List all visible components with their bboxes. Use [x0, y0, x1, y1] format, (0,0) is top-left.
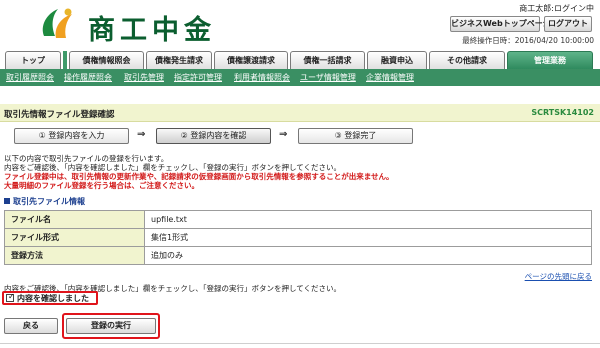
subnav-partner-management[interactable]: 取引先管理: [124, 69, 164, 86]
table-value: 追加のみ: [144, 246, 592, 265]
tab-top[interactable]: トップ: [5, 51, 61, 69]
subnav-transaction-history[interactable]: 取引履歴照会: [6, 69, 54, 86]
subnav-operation-history[interactable]: 操作履歴照会: [64, 69, 112, 86]
step-arrow-icon: ⇒: [137, 129, 146, 140]
logout-button[interactable]: ログアウト: [544, 16, 592, 32]
instruction-text: 以下の内容で取引先ファイルの登録を行います。: [4, 154, 169, 163]
subnav: 取引履歴照会 操作履歴照会 取引先管理 指定許可管理 利用者情報照会 ユーザ情報…: [0, 69, 600, 86]
main-tabs: トップ 債権情報照会 債権発生請求 債権譲渡請求 債権一括請求 融資申込 その他…: [5, 51, 595, 69]
table-row: ファイル形式 集信1形式: [4, 228, 592, 247]
back-button[interactable]: 戻る: [4, 318, 58, 334]
step-confirm: ② 登録内容を確認: [156, 128, 271, 144]
footer-divider: [0, 343, 600, 344]
subnav-user-info-inquiry[interactable]: 利用者情報照会: [234, 69, 290, 86]
warning-text: 大量明細のファイル登録を行う場合は、ご注意ください。: [4, 181, 199, 190]
execute-registration-button[interactable]: 登録の実行: [66, 318, 156, 334]
page-title: 取引先情報ファイル登録確認: [4, 110, 115, 120]
table-value: 集信1形式: [144, 228, 592, 247]
table-row: ファイル名 upfile.txt: [4, 210, 592, 229]
subnav-company-info-management[interactable]: 企業情報管理: [366, 69, 414, 86]
user-name: 商工太郎:ログイン中: [519, 4, 594, 13]
checkmark-icon: ✓: [8, 292, 15, 301]
tab-management[interactable]: 管理業務: [507, 51, 593, 69]
subnav-permission-management[interactable]: 指定許可管理: [174, 69, 222, 86]
logo-text: 商工中金: [88, 15, 216, 46]
tab-loan-application[interactable]: 融資申込: [367, 51, 427, 69]
tab-other-requests[interactable]: その他請求: [429, 51, 505, 69]
logo: 商工中金: [38, 6, 218, 46]
confirm-label[interactable]: 内容を確認しました: [17, 293, 89, 304]
last-operation-time: 最終操作日時：2016/04/20 10:00:00: [462, 36, 594, 45]
section-title: 取引先ファイル情報: [13, 197, 85, 206]
tab-divider: [63, 51, 67, 69]
table-key: ファイル名: [4, 210, 145, 229]
step-input: ① 登録内容を入力: [14, 128, 129, 144]
subnav-user-info-management[interactable]: ユーザ情報管理: [300, 69, 356, 86]
table-row: 登録方法 追加のみ: [4, 246, 592, 265]
warning-text: ファイル登録中は、取引先情報の更新作業や、記録請求の仮登録画面から取引先情報を参…: [4, 172, 394, 181]
step-complete: ③ 登録完了: [298, 128, 413, 144]
page-top-link[interactable]: ページの先頭に戻る: [525, 271, 592, 282]
table-key: 登録方法: [4, 246, 145, 265]
step-arrow-icon: ⇒: [279, 129, 288, 140]
tab-claim-bulk[interactable]: 債権一括請求: [290, 51, 365, 69]
logo-mark-icon: [42, 8, 72, 38]
top-page-button[interactable]: ビジネスWebトップページへ: [450, 16, 559, 32]
screen-id: SCRTSK14102: [531, 108, 594, 117]
table-key: ファイル形式: [4, 228, 145, 247]
tab-claim-issue[interactable]: 債権発生請求: [146, 51, 212, 69]
section-bullet-icon: [4, 198, 10, 204]
instruction-text: 内容をご確認後、「内容を確認しました」欄をチェックし、「登録の実行」ボタンを押し…: [4, 163, 342, 172]
tab-claim-transfer[interactable]: 債権譲渡請求: [214, 51, 288, 69]
table-value: upfile.txt: [144, 210, 592, 229]
tab-claim-inquiry[interactable]: 債権情報照会: [69, 51, 144, 69]
confirm-checkbox[interactable]: ✓: [6, 292, 15, 302]
file-info-table: ファイル名 upfile.txt ファイル形式 集信1形式 登録方法 追加のみ: [4, 210, 592, 265]
title-bar: 取引先情報ファイル登録確認 SCRTSK14102: [0, 104, 600, 122]
